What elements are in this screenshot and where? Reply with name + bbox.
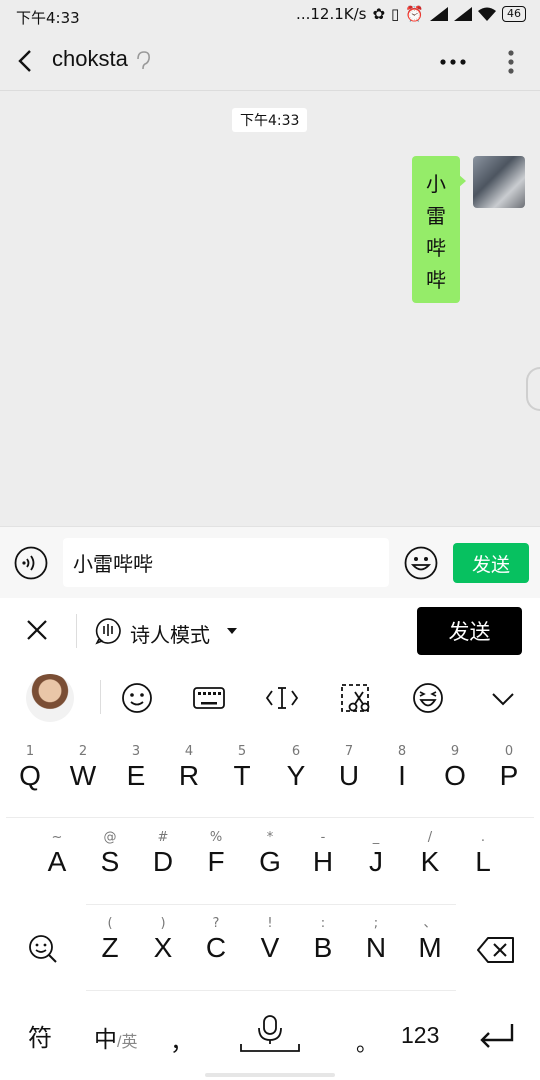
key-h[interactable]: -H bbox=[298, 830, 348, 878]
language-switch-key[interactable]: 中/英 bbox=[94, 1020, 137, 1054]
bubble-tail bbox=[458, 174, 466, 188]
bubble-char: 哔 bbox=[426, 268, 446, 292]
key-g[interactable]: * G bbox=[245, 830, 295, 878]
key-w[interactable]: 2W bbox=[58, 744, 108, 792]
bubble-char: 哔 bbox=[426, 236, 446, 260]
zh-label: 中 bbox=[94, 1026, 117, 1052]
bubble-char: 小 bbox=[426, 172, 446, 196]
clipboard-scissors-icon[interactable] bbox=[338, 680, 374, 716]
signal-icon bbox=[430, 7, 448, 21]
microphone-space-key[interactable] bbox=[238, 1014, 302, 1054]
more-dots-icon[interactable] bbox=[438, 50, 468, 74]
numbers-key[interactable]: 123 bbox=[401, 1022, 439, 1049]
en-label: /英 bbox=[117, 1034, 138, 1051]
key-f[interactable]: % F bbox=[191, 830, 241, 878]
back-arrow-icon[interactable] bbox=[14, 46, 40, 76]
key-m[interactable]: 、 M bbox=[405, 916, 455, 964]
send-button[interactable]: 发送 bbox=[453, 543, 529, 583]
key-e[interactable]: 3E bbox=[111, 744, 161, 792]
key-j[interactable]: _ J bbox=[351, 830, 401, 878]
voice-bubble-icon[interactable] bbox=[94, 617, 122, 645]
my-avatar[interactable] bbox=[473, 156, 525, 208]
key-row-divider bbox=[86, 990, 456, 991]
chat-title: choksta bbox=[52, 46, 128, 71]
chat-header: choksta bbox=[0, 32, 540, 91]
key-d[interactable]: # D bbox=[138, 830, 188, 878]
status-bar: 下午4:33 ...12.1K/s ✿ ▯ ⏰ 46 bbox=[0, 0, 540, 32]
comma-key[interactable]: ， bbox=[170, 1022, 194, 1057]
vertical-menu-icon[interactable] bbox=[500, 48, 522, 76]
cursor-move-icon[interactable] bbox=[264, 680, 300, 716]
key-u[interactable]: 7U bbox=[324, 744, 374, 792]
signal-icon-2 bbox=[454, 7, 472, 21]
earpiece-mode-icon bbox=[137, 51, 150, 70]
key-c[interactable]: ? C bbox=[191, 916, 241, 964]
status-icons: ...12.1K/s ✿ ▯ ⏰ 46 bbox=[296, 5, 526, 23]
ime-send-button[interactable]: 发送 bbox=[417, 607, 522, 655]
key-q[interactable]: 1Q bbox=[5, 744, 55, 792]
wifi-icon bbox=[478, 7, 496, 21]
chat-input-bar: 发送 bbox=[0, 526, 540, 599]
battery-icon: 46 bbox=[502, 6, 526, 22]
key-p[interactable]: 0P bbox=[484, 744, 534, 792]
divider bbox=[76, 614, 77, 648]
vibrate-icon: ▯ bbox=[391, 5, 400, 23]
ime-toolbar bbox=[0, 664, 540, 732]
key-x[interactable]: ) X bbox=[138, 916, 188, 964]
dropdown-caret-icon[interactable] bbox=[227, 628, 237, 634]
alarm-icon: ⏰ bbox=[405, 5, 424, 23]
ime-avatar[interactable] bbox=[26, 674, 74, 722]
key-row-divider bbox=[86, 904, 456, 905]
search-emoji-icon[interactable] bbox=[26, 932, 60, 966]
key-k[interactable]: / K bbox=[405, 830, 455, 878]
key-b[interactable]: :B bbox=[298, 916, 348, 964]
status-time: 下午4:33 bbox=[16, 9, 80, 27]
message-input[interactable] bbox=[63, 538, 389, 587]
enter-icon[interactable] bbox=[478, 1022, 516, 1050]
symbols-key[interactable]: 符 bbox=[28, 1018, 52, 1053]
key-a[interactable]: ~ A bbox=[32, 830, 82, 878]
net-speed: ...12.1K/s bbox=[296, 5, 367, 23]
message-bubble[interactable]: 小 雷 哔 哔 bbox=[412, 156, 460, 303]
close-icon[interactable] bbox=[24, 617, 50, 643]
key-l[interactable]: .L bbox=[458, 830, 508, 878]
divider bbox=[100, 680, 101, 714]
keyboard: 1Q 2W 3E 4R 5T 6Y 7U 8I 9O 0P ~ A @ S # D %… bbox=[0, 732, 540, 1080]
notification-icon: ✿ bbox=[372, 5, 386, 23]
key-row-divider bbox=[6, 817, 534, 818]
key-o[interactable]: 9O bbox=[430, 744, 480, 792]
edge-drag-handle[interactable] bbox=[526, 367, 540, 411]
ime-mode-bar: 诗人模式 发送 bbox=[0, 598, 540, 665]
key-r[interactable]: 4R bbox=[164, 744, 214, 792]
voice-input-icon[interactable] bbox=[14, 546, 48, 580]
key-t[interactable]: 5T bbox=[217, 744, 267, 792]
bubble-char: 雷 bbox=[426, 204, 446, 228]
collapse-chevron-icon[interactable] bbox=[485, 680, 521, 716]
key-z[interactable]: (Z bbox=[85, 916, 135, 964]
emoji-icon[interactable] bbox=[404, 546, 438, 580]
key-i[interactable]: 8I bbox=[377, 744, 427, 792]
laughing-emoji-icon[interactable] bbox=[410, 680, 446, 716]
poet-mode-label[interactable]: 诗人模式 bbox=[130, 619, 210, 648]
smiley-icon[interactable] bbox=[119, 680, 155, 716]
keyboard-icon[interactable] bbox=[191, 680, 227, 716]
backspace-icon[interactable] bbox=[476, 936, 516, 964]
period-key[interactable]: 。 bbox=[356, 1026, 378, 1058]
key-n[interactable]: ; N bbox=[351, 916, 401, 964]
home-indicator[interactable] bbox=[205, 1073, 335, 1077]
key-s[interactable]: @ S bbox=[85, 830, 135, 878]
key-y[interactable]: 6Y bbox=[271, 744, 321, 792]
chat-timestamp: 下午4:33 bbox=[232, 108, 308, 132]
key-v[interactable]: ! V bbox=[245, 916, 295, 964]
